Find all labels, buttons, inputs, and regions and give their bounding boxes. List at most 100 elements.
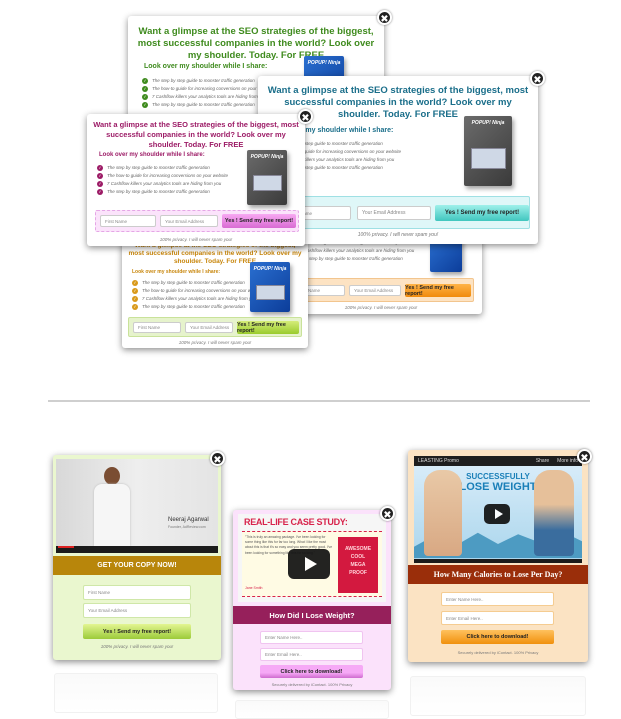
bullet-item: ✓The step by step guide to monster traff… xyxy=(132,280,245,286)
bullet-item: ✓The how-to guide for increasing convers… xyxy=(97,173,229,179)
form-band: First Name Your Email Address Yes ! Send… xyxy=(128,317,302,337)
woman-left-image xyxy=(424,470,462,556)
check-icon: ✓ xyxy=(97,189,103,195)
bullet-item: ✓The step by step guide to monster traff… xyxy=(132,304,245,310)
close-icon[interactable]: ✖ xyxy=(210,451,225,466)
submit-button[interactable]: Yes ! Send my free report! xyxy=(405,284,471,297)
progress-bar[interactable] xyxy=(58,546,74,548)
video-controls[interactable] xyxy=(414,559,582,563)
widget-lose-weight: ✖ LEASTING Promo Share More info SUCCESSF… xyxy=(408,449,592,662)
cta-banner: How Did I Lose Weight? xyxy=(233,606,391,624)
bullet-item: ✓7 Cashflow killers your analytics tools… xyxy=(97,181,222,187)
popup-headline: Want a glimpse at the SEO strategies of … xyxy=(93,120,299,149)
name-field[interactable]: Enter Name Here.. xyxy=(260,631,363,644)
bullet-item: ✓The step by step guide to monster traff… xyxy=(142,102,255,108)
video-topbar: LEASTING Promo Share More info xyxy=(414,456,582,466)
widget-case-study: ✖ REAL-LIFE CASE STUDY: "This is truly a… xyxy=(233,506,395,690)
popup-subhead: Look over my shoulder while I share: xyxy=(99,152,205,158)
video-player[interactable]: LEASTING Promo Share More info SUCCESSFUL… xyxy=(414,456,582,563)
privacy-note: 100% privacy. I will never spam you! xyxy=(159,237,233,242)
form-band: First Name Your Email Address Yes ! Send… xyxy=(95,210,299,232)
email-field[interactable]: Your Email Address xyxy=(185,322,233,333)
email-field[interactable]: Your Email Address xyxy=(349,285,401,296)
submit-button[interactable]: Click here to download! xyxy=(441,630,554,644)
check-icon: ✓ xyxy=(132,288,138,294)
video-title: REAL-LIFE CASE STUDY: xyxy=(244,517,348,527)
presenter-image xyxy=(92,467,132,546)
widget-video-optin: ✖ Neeraj Agarwal Founder, AdReview.com G… xyxy=(53,451,225,660)
product-box-image: POPUP! Ninja xyxy=(464,116,512,186)
check-icon: ✓ xyxy=(132,296,138,302)
check-icon: ✓ xyxy=(132,304,138,310)
bullet-item: ✓7 Cashflow killers your analytics tools… xyxy=(290,247,421,255)
popup-headline: Want a glimpse at the SEO strategies of … xyxy=(137,26,375,61)
first-name-field[interactable]: First Name xyxy=(83,585,191,600)
cta-banner: How Many Calories to Lose Per Day? xyxy=(408,565,588,584)
presenter-name: Neeraj Agarwal xyxy=(168,517,209,523)
popup-pink: ✖ Want a glimpse at the SEO strategies o… xyxy=(87,109,313,246)
video-channel: LEASTING Promo xyxy=(418,458,459,464)
close-icon[interactable]: ✖ xyxy=(530,71,545,86)
popup-gold: Want a glimpse at the SEO strategies of … xyxy=(122,240,308,348)
proof-stamp: AWESOME COOL MEGA PROOF xyxy=(338,537,378,593)
bullet-item: ✓The how-to guide for increasing convers… xyxy=(132,288,264,294)
product-box-image: POPUP! Ninja xyxy=(250,262,290,312)
privacy-note: 100% privacy. I will never spam you! xyxy=(344,305,418,310)
close-icon[interactable]: ✖ xyxy=(377,10,392,25)
more-info-link[interactable]: More info xyxy=(557,458,578,464)
name-field[interactable]: Enter Name Here.. xyxy=(441,592,554,606)
check-icon: ✓ xyxy=(132,280,138,286)
popup-subhead: Look over my shoulder while I share: xyxy=(144,63,268,70)
bullet-list: ✓The step by step guide to monster traff… xyxy=(132,279,263,311)
form-band: First Name Your Email Address Yes ! Send… xyxy=(286,278,474,302)
bullet-item: ✓The how-to guide for increasing convers… xyxy=(142,86,274,92)
check-icon: ✓ xyxy=(97,165,103,171)
submit-button[interactable]: Yes ! Send my free report! xyxy=(222,214,296,228)
email-field[interactable]: Your Email Address xyxy=(160,215,218,227)
bullet-item: ✓7 Cashflow killers your analytics tools… xyxy=(142,94,267,100)
submit-button[interactable]: Yes ! Send my free report! xyxy=(237,321,299,334)
video-controls[interactable] xyxy=(56,546,218,553)
first-name-field[interactable]: First Name xyxy=(100,215,156,227)
presenter-title: Founder, AdReview.com xyxy=(168,525,206,529)
check-icon: ✓ xyxy=(97,173,103,179)
video-player[interactable]: Neeraj Agarwal Founder, AdReview.com xyxy=(56,459,218,553)
submit-button[interactable]: Yes ! Send my free report! xyxy=(435,205,529,221)
play-button-icon[interactable] xyxy=(288,549,330,579)
section-divider xyxy=(48,400,590,402)
share-link[interactable]: Share xyxy=(536,458,549,464)
email-field[interactable]: Enter Email Here.. xyxy=(441,611,554,625)
privacy-note: Securely delivered by iContact. 100% Pri… xyxy=(271,682,353,687)
email-field[interactable]: Your Email Address xyxy=(357,206,431,220)
submit-button[interactable]: Yes ! Send my free report! xyxy=(83,624,191,639)
woman-right-image xyxy=(534,470,574,556)
widget-reflection xyxy=(54,673,218,713)
privacy-note: 100% privacy. I will never spam you! xyxy=(100,644,174,649)
check-icon: ✓ xyxy=(142,94,148,100)
email-field[interactable]: Your Email Address xyxy=(83,603,191,618)
submit-button[interactable]: Click here to download! xyxy=(260,665,363,678)
bullet-item: ✓The step by step guide to monster traff… xyxy=(290,255,421,263)
bullet-item: ✓The step by step guide to monster traff… xyxy=(97,165,210,171)
bullet-list: ✓The step by step guide to monster traff… xyxy=(97,164,228,196)
play-button-icon[interactable] xyxy=(484,504,510,524)
bullet-item: ✓The step by step guide to monster traff… xyxy=(142,78,255,84)
bullet-item: ✓The step by step guide to monster traff… xyxy=(97,189,210,195)
close-icon[interactable]: ✖ xyxy=(380,506,395,521)
email-field[interactable]: Enter Email Here.. xyxy=(260,648,363,661)
widget-reflection xyxy=(235,700,389,719)
check-icon: ✓ xyxy=(142,78,148,84)
first-name-field[interactable]: First Name xyxy=(133,322,181,333)
product-box-image: POPUP! Ninja xyxy=(247,150,287,205)
close-icon[interactable]: ✖ xyxy=(298,109,313,124)
popup-orange-form: ✓The how-to guide for increasing convers… xyxy=(280,236,482,314)
privacy-note: 100% privacy. I will never spam you! xyxy=(178,340,252,345)
testimonial-author: Jane Smith xyxy=(245,586,263,590)
widget-reflection xyxy=(410,676,586,716)
form-band: First Name Your Email Address Yes ! Send… xyxy=(278,196,530,229)
privacy-note: Securely delivered by iContact. 100% Pri… xyxy=(457,650,539,655)
bullet-list: ✓The step by step guide to monster traff… xyxy=(142,77,273,109)
check-icon: ✓ xyxy=(142,86,148,92)
video-player[interactable]: REAL-LIFE CASE STUDY: "This is truly an … xyxy=(238,514,386,602)
close-icon[interactable]: ✖ xyxy=(577,449,592,464)
